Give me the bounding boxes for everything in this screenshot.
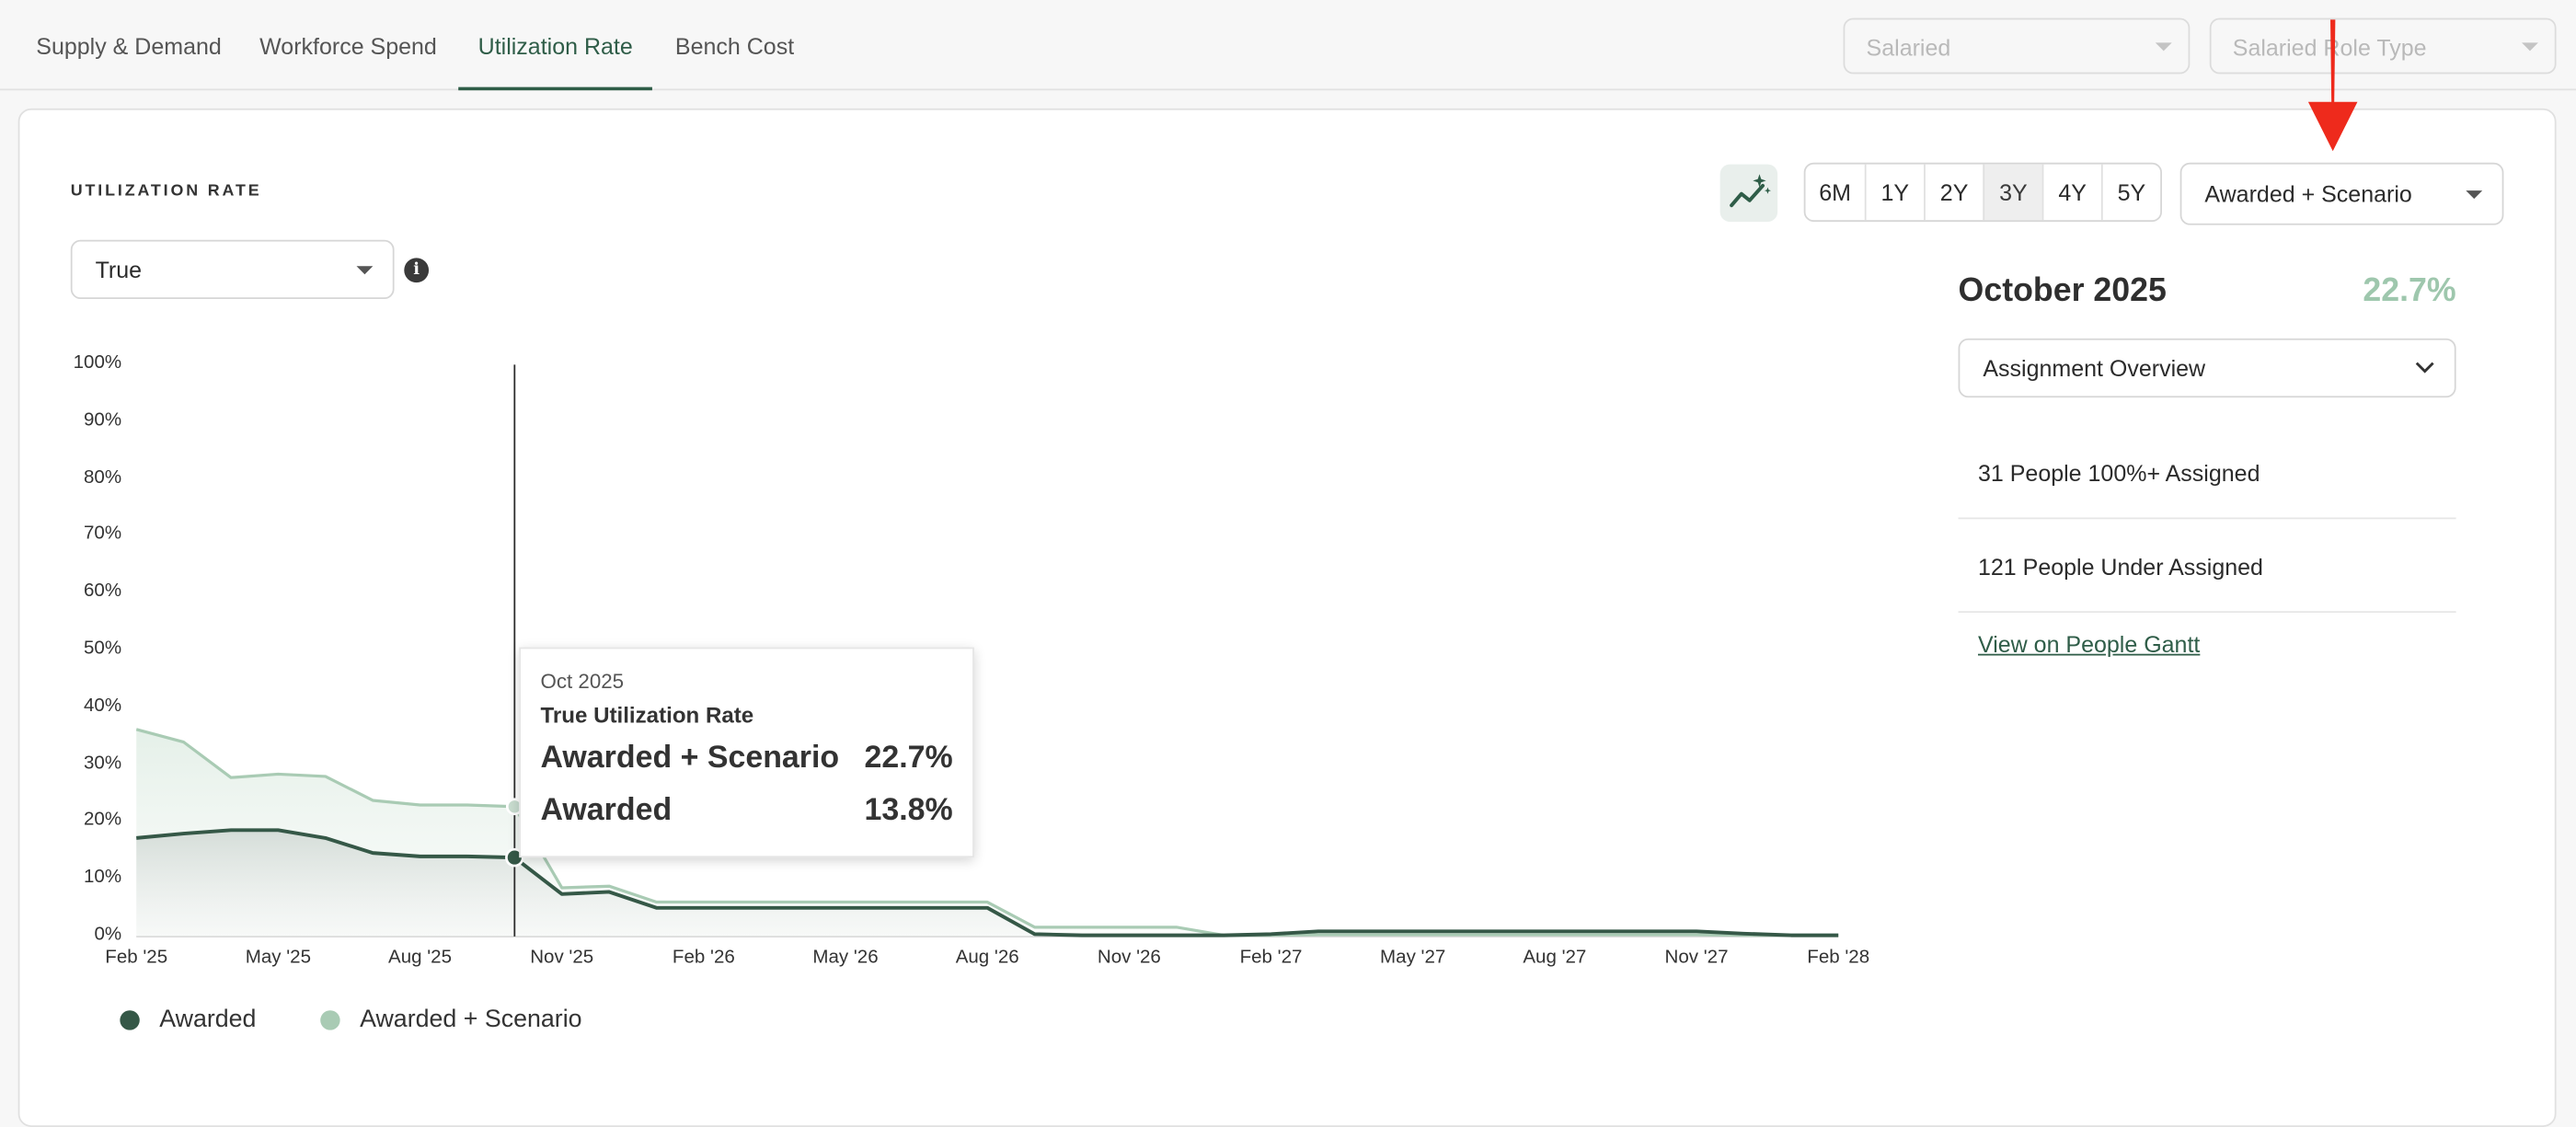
tooltip-series-value: 22.7%: [864, 741, 953, 776]
chart-tooltip: Oct 2025 True Utilization Rate Awarded +…: [519, 647, 974, 858]
annotation-arrow-icon: [2307, 19, 2358, 152]
tooltip-heading: True Utilization Rate: [540, 703, 754, 729]
tooltip-row-awarded: Awarded 13.8%: [540, 793, 952, 835]
legend-label: Awarded: [159, 1005, 257, 1034]
tooltip-series-name: Awarded + Scenario: [540, 741, 840, 776]
tooltip-series-value: 13.8%: [864, 793, 953, 828]
legend-label: Awarded + Scenario: [360, 1005, 582, 1034]
tooltip-date: Oct 2025: [540, 670, 625, 694]
utilization-chart[interactable]: [0, 0, 2576, 1075]
legend-swatch: [320, 1010, 340, 1030]
tooltip-row-scenario: Awarded + Scenario 22.7%: [540, 741, 952, 783]
legend-swatch: [120, 1010, 140, 1030]
tooltip-series-name: Awarded: [540, 793, 673, 828]
